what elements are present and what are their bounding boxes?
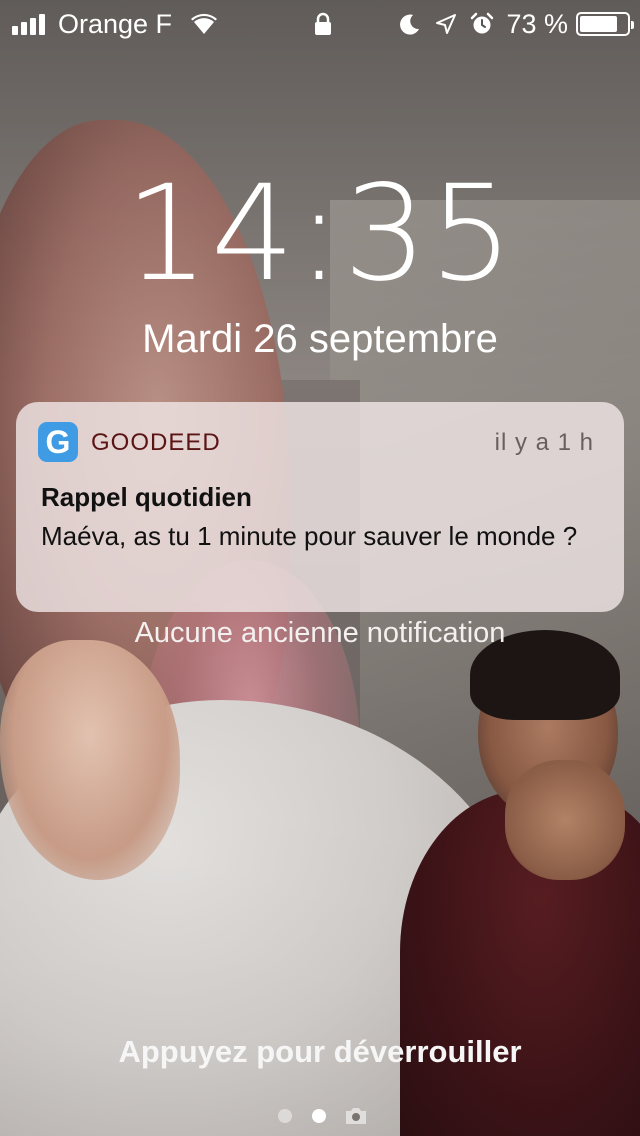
location-icon: [436, 14, 457, 34]
no-older-notifications-label: Aucune ancienne notification: [134, 617, 506, 649]
wifi-icon: [191, 13, 217, 34]
lock-screen-time: 14:35: [124, 157, 516, 311]
signal-icon: [12, 13, 52, 35]
battery-percentage: 73 %: [506, 9, 568, 39]
moon-icon: [400, 14, 420, 35]
battery-icon: [576, 12, 634, 36]
alarm-icon: [471, 12, 494, 34]
page-dot: [278, 1109, 292, 1123]
camera-icon: [346, 1108, 366, 1124]
notification-title: Rappel quotidien: [41, 482, 252, 512]
notification-body: Maéva, as tu 1 minute pour sauver le mon…: [41, 521, 578, 551]
notification-card[interactable]: G GOODEED il y a 1 h Rappel quotidien Ma…: [16, 402, 624, 612]
battery-fill: [580, 16, 617, 32]
carrier-name: Orange F: [58, 9, 173, 39]
notification-time: il y a 1 h: [494, 429, 594, 456]
goodeed-app-icon: G: [38, 422, 78, 462]
unlock-hint[interactable]: Appuyez pour déverrouiller: [0, 1032, 640, 1072]
page-indicator: [276, 1104, 376, 1126]
page-dot-active: [312, 1109, 326, 1123]
status-bar: Orange F 73 %: [0, 0, 640, 48]
lock-screen-date: Mardi 26 septembre: [142, 317, 498, 361]
notification-app-name: GOODEED: [91, 429, 221, 456]
battery-tip: [631, 21, 634, 29]
lock-icon: [315, 12, 331, 35]
